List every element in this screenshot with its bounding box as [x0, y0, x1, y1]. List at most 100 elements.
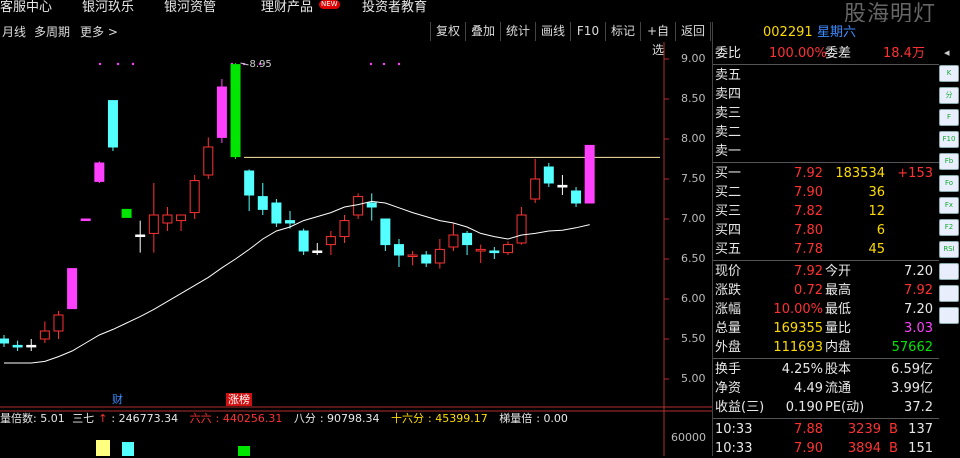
side-tool-icon[interactable] — [939, 307, 959, 324]
high-price-label: 8.95 — [249, 59, 272, 70]
fundamental-row: 收益(三) 0.190 PE(动) 37.2 — [715, 400, 933, 415]
candle — [325, 236, 336, 246]
side-tool-icon[interactable] — [939, 285, 959, 302]
candle — [162, 214, 173, 224]
adjust-rights-button[interactable]: 复权 — [430, 22, 466, 41]
candle — [94, 162, 105, 182]
stat-row: 现价 7.92 今开 7.20 — [715, 264, 933, 279]
back-button[interactable]: 返回 — [675, 22, 711, 41]
kline-chart[interactable]: 9.00 8.50 8.00 7.50 7.00 6.50 6.00 5.50 5.00 8.9… — [0, 42, 712, 456]
candle — [557, 184, 568, 188]
menu-item-galaxy-fun[interactable]: 银河玖乐 — [82, 0, 134, 17]
candle — [571, 190, 582, 204]
stat-row: 涨跌 0.72 最高 7.92 — [715, 283, 933, 298]
multi-period-button[interactable]: 多周期 — [34, 22, 70, 42]
candle — [271, 202, 282, 224]
y-tick-label: 7.50 — [681, 172, 706, 185]
side-tool-icon[interactable]: F — [939, 109, 959, 126]
candle — [434, 248, 445, 264]
side-tool-icon[interactable]: Fo — [939, 175, 959, 192]
side-tool-icon[interactable]: Fb — [939, 153, 959, 170]
buy-row: 买四 7.80 6 — [715, 223, 885, 238]
side-tool-icon[interactable]: F10 — [939, 131, 959, 148]
collapse-arrow-icon[interactable]: ◂ — [944, 46, 950, 59]
f10-button[interactable]: F10 — [570, 22, 606, 41]
mark-button[interactable]: 标记 — [605, 22, 641, 41]
tick-row: 10:33 7.88 3239 B 137 — [715, 422, 933, 437]
y-tick-label: 7.00 — [681, 212, 706, 225]
sell-row: 卖三 — [715, 106, 742, 121]
statistics-button[interactable]: 统计 — [500, 22, 536, 41]
candle — [584, 144, 595, 204]
y-tick-label: 5.50 — [681, 332, 706, 345]
finance-marker[interactable]: 财 — [110, 393, 125, 406]
menu-item-wealth-products[interactable]: 理财产品 — [261, 0, 313, 17]
stock-code[interactable]: 002291 — [763, 22, 813, 44]
candle — [475, 248, 486, 252]
volume-bar — [238, 446, 250, 456]
side-tool-icon[interactable]: RSI — [939, 241, 959, 258]
signal-dot — [369, 62, 373, 66]
side-tool-icon[interactable] — [939, 263, 959, 280]
candle — [312, 250, 323, 253]
y-tick-label: 8.50 — [681, 92, 706, 105]
y-tick-label: 6.50 — [681, 252, 706, 265]
legend-item-37: 三七 ↑: 246773.34 — [72, 412, 179, 425]
arrow-up-icon: ↑ — [98, 412, 108, 425]
signal-dot — [397, 62, 401, 66]
candle — [135, 234, 146, 237]
candle — [67, 268, 78, 310]
menu-item-investor-education[interactable]: 投资者教育 — [362, 0, 427, 17]
stat-row: 总量 169355 量比 3.03 — [715, 321, 933, 336]
candle — [176, 214, 187, 222]
buy-row: 买三 7.82 12 — [715, 204, 885, 219]
candle — [244, 170, 255, 196]
period-monthly-button[interactable]: 月线 — [2, 22, 26, 42]
side-tool-icon[interactable]: Fx — [939, 197, 959, 214]
legend-item-16: 十六分: 45399.17 — [391, 412, 488, 425]
candle — [148, 214, 159, 234]
menu-item-asset-mgmt[interactable]: 银河资管 — [164, 0, 216, 17]
y-tick-label: 6.00 — [681, 292, 706, 305]
volume-indicator-legend: 量倍数: 5.01 三七 ↑: 246773.34 六六: 440256.31 八… — [0, 412, 576, 426]
kline-svg — [0, 42, 712, 456]
signal-dot — [116, 62, 120, 66]
stat-row: 涨幅 10.00% 最低 7.20 — [715, 302, 933, 317]
candle — [353, 196, 364, 216]
side-tool-icon[interactable]: 分 — [939, 87, 959, 104]
candle — [489, 250, 500, 254]
add-watchlist-button[interactable]: +自选 — [640, 22, 676, 57]
signal-dot — [382, 62, 386, 66]
tick-row: 10:33 7.90 3894 B 151 — [715, 441, 933, 456]
stock-header: 002291 星期六 — [713, 22, 939, 44]
top-menu-bar: 客服中心 银河玖乐 银河资管 理财产品 NEW 投资者教育 股海明灯 — [0, 0, 960, 27]
candle — [530, 178, 541, 200]
fundamental-stats: 换手 4.25% 股本 6.59亿 净资 4.49 流通 3.99亿 收益(三) 0.190 PE(… — [713, 360, 939, 417]
menu-item-customer-service[interactable]: 客服中心 — [0, 0, 52, 17]
signal-dot — [131, 62, 135, 66]
candle — [421, 254, 432, 264]
volume-bar — [122, 442, 134, 456]
moving-average-line — [4, 200, 590, 364]
stock-name[interactable]: 星期六 — [817, 22, 856, 44]
limit-up-marker[interactable]: 涨榜 — [226, 393, 252, 406]
draw-line-button[interactable]: 画线 — [535, 22, 571, 41]
candle — [339, 220, 350, 238]
chevron-right-icon: > — [107, 25, 118, 39]
tick-list: 10:33 7.88 3239 B 137 10:33 7.90 3894 B 151 — [713, 420, 939, 458]
buy-orders: 买一 7.92 183534 +153 买二 7.90 36 买三 7.82 12 买四 7.80 6 买… — [713, 164, 939, 259]
volume-bar — [96, 440, 110, 456]
side-tool-icon[interactable]: K — [939, 65, 959, 82]
sell-row: 卖五 — [715, 68, 742, 83]
buy-row: 买二 7.90 36 — [715, 185, 885, 200]
quote-panel: 002291 星期六 委比 100.00% 委差 18.4万 卖五 卖四 卖三 卖二卖… — [712, 22, 939, 456]
side-tool-icon[interactable]: F2 — [939, 219, 959, 236]
candle — [189, 180, 200, 214]
candle — [0, 338, 9, 344]
overlay-button[interactable]: 叠加 — [465, 22, 501, 41]
y-tick-label: 8.00 — [681, 132, 706, 145]
price-stats: 现价 7.92 今开 7.20 涨跌 0.72 最高 7.92 涨幅 10.00% 最低 7.20 总量… — [713, 262, 939, 357]
candle — [257, 196, 268, 210]
vol-multiple-label: 量倍数: 5.01 — [0, 412, 65, 425]
more-button[interactable]: 更多 > — [80, 22, 118, 42]
